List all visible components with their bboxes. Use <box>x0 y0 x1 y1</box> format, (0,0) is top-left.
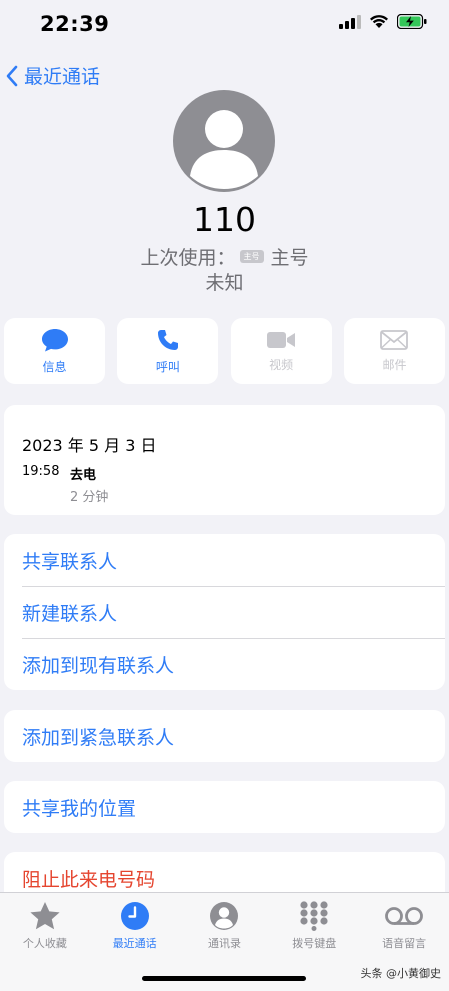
contact-location: 未知 <box>205 272 244 294</box>
tab-keypad[interactable]: 拨号键盘 <box>269 893 359 951</box>
status-bar: 22:39 <box>0 0 449 50</box>
tab-voicemail[interactable]: 语音留言 <box>359 893 449 951</box>
tab-recents[interactable]: 最近通话 <box>90 893 180 951</box>
emergency-group: 添加到紧急联系人 <box>4 710 445 762</box>
mail-label: 邮件 <box>382 357 407 372</box>
tab-favorites[interactable]: 个人收藏 <box>0 893 90 951</box>
mail-button[interactable]: 邮件 <box>343 318 445 384</box>
call-button[interactable]: 呼叫 <box>117 318 219 384</box>
back-label: 最近通话 <box>24 66 101 88</box>
action-buttons: 信息 呼叫 视频 邮件 <box>4 318 445 384</box>
keypad-icon <box>300 901 328 931</box>
sim-badge: 主号 <box>239 250 264 263</box>
navigation-bar: 最近通话 <box>0 58 449 94</box>
call-label: 呼叫 <box>155 359 180 374</box>
last-used-line: 上次使用： 主号 主号 <box>0 243 449 270</box>
share-location-button[interactable]: 共享我的位置 <box>4 781 445 833</box>
message-label: 信息 <box>42 359 67 374</box>
call-date: 2023 年 5 月 3 日 <box>22 436 157 455</box>
share-contact-button[interactable]: 共享联系人 <box>4 534 445 586</box>
add-emergency-contact-button[interactable]: 添加到紧急联系人 <box>4 710 445 762</box>
contact-options-group: 共享联系人 新建联系人 添加到现有联系人 <box>4 534 445 690</box>
sim-name: 主号 <box>270 247 309 269</box>
video-label: 视频 <box>269 357 294 372</box>
battery-charging-icon <box>397 14 427 29</box>
call-history-card: 2023 年 5 月 3 日 19:58 去电 2 分钟 <box>4 405 445 515</box>
avatar <box>173 90 275 192</box>
new-contact-button[interactable]: 新建联系人 <box>4 586 445 638</box>
last-used-label: 上次使用： <box>140 247 236 269</box>
wifi-icon <box>370 15 388 28</box>
person-placeholder-icon <box>190 110 258 189</box>
chevron-left-icon <box>6 65 18 86</box>
star-icon <box>30 902 60 930</box>
add-to-existing-contact-button[interactable]: 添加到现有联系人 <box>4 638 445 690</box>
back-button[interactable]: 最近通话 <box>6 62 100 89</box>
tab-contacts-label: 通讯录 <box>207 937 241 950</box>
message-button[interactable]: 信息 <box>4 318 105 384</box>
call-type: 去电 <box>70 468 97 483</box>
message-icon <box>41 328 68 351</box>
phone-icon <box>157 329 178 350</box>
watermark: 头条 @小黄御史 <box>360 967 442 980</box>
tab-recents-label: 最近通话 <box>112 937 157 950</box>
contact-number: 110 <box>193 200 256 239</box>
call-duration: 2 分钟 <box>70 490 109 505</box>
video-camera-icon <box>267 331 296 348</box>
call-time: 19:58 <box>22 464 60 479</box>
mail-icon <box>380 329 409 350</box>
voicemail-icon <box>385 907 423 925</box>
tab-keypad-label: 拨号键盘 <box>292 937 337 950</box>
location-group: 共享我的位置 <box>4 781 445 833</box>
person-circle-icon <box>210 902 239 930</box>
tab-voicemail-label: 语音留言 <box>382 937 427 950</box>
status-time: 22:39 <box>40 12 110 36</box>
home-indicator[interactable] <box>142 976 306 981</box>
tab-favorites-label: 个人收藏 <box>22 937 67 950</box>
clock-icon <box>120 902 149 930</box>
cellular-signal-icon <box>339 14 361 29</box>
tab-contacts[interactable]: 通讯录 <box>180 893 270 951</box>
status-icons <box>339 14 427 29</box>
video-button[interactable]: 视频 <box>230 318 332 384</box>
